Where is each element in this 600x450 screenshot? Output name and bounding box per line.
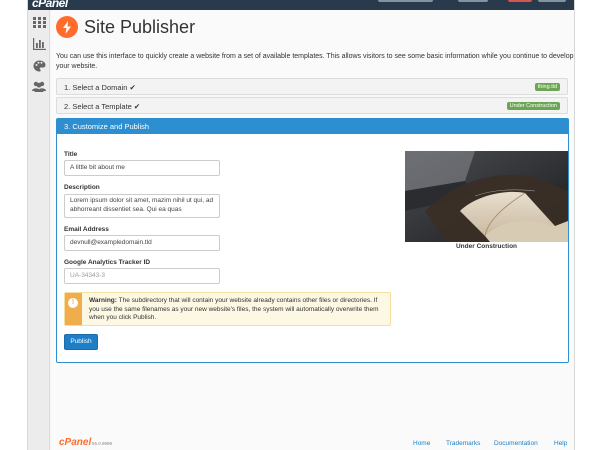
customize-panel: 3. Customize and Publish Title A little … [56, 118, 569, 363]
palette-icon[interactable] [31, 58, 47, 74]
template-preview-image [405, 151, 568, 242]
ga-label: Google Analytics Tracker ID [64, 259, 151, 266]
footer-cpanel-logo[interactable]: cPanel [59, 437, 91, 448]
notifications-icon[interactable] [508, 0, 532, 2]
main-content: Site Publisher You can use this interfac… [51, 10, 574, 450]
logout-link[interactable] [538, 0, 566, 2]
exclamation-icon: ! [68, 298, 78, 308]
ga-tracker-input[interactable]: UA-34343-3 [64, 268, 220, 284]
footer: cPanel 55.0.9999 Home Trademarks Documen… [51, 436, 574, 450]
email-label: Email Address [64, 226, 109, 233]
preview-caption: Under Construction [455, 243, 518, 250]
footer-link-help[interactable]: Help [554, 440, 567, 447]
search-shortcut[interactable] [378, 0, 433, 2]
sidebar [28, 10, 50, 450]
bar-chart-icon[interactable] [31, 36, 47, 52]
cpanel-window: cPanel Site Publisher You can use this i… [27, 0, 575, 450]
step-label: 2. Select a Template ✔ [64, 102, 141, 111]
email-input[interactable]: devnull@exampledomain.tld [64, 235, 220, 251]
panel-header[interactable]: 3. Customize and Publish [57, 119, 568, 134]
page-header: Site Publisher [56, 14, 195, 40]
domain-badge: thing.tld [534, 83, 560, 91]
top-bar: cPanel [28, 0, 574, 10]
step-select-template[interactable]: 2. Select a Template ✔ Under Constructio… [56, 97, 568, 114]
template-badge: Under Construction [506, 102, 560, 110]
version-text: 55.0.9999 [92, 441, 113, 446]
title-input[interactable]: A little bit about me [64, 160, 220, 176]
warning-alert: ! Warning: The subdirectory that will co… [64, 292, 391, 326]
footer-link-documentation[interactable]: Documentation [494, 440, 538, 447]
footer-link-trademarks[interactable]: Trademarks [446, 440, 480, 447]
page-title: Site Publisher [84, 16, 196, 37]
lightning-icon [56, 16, 78, 38]
check-icon: ✔ [129, 83, 136, 92]
check-icon: ✔ [133, 102, 141, 111]
step-select-domain[interactable]: 1. Select a Domain ✔ thing.tld [56, 78, 568, 95]
intro-text: You can use this interface to quickly cr… [56, 53, 574, 70]
description-textarea[interactable]: Lorem ipsum dolor sit amet, mazim nihil … [64, 194, 220, 218]
warning-stripe: ! [65, 293, 82, 325]
step-label: 1. Select a Domain ✔ [64, 83, 136, 92]
users-icon[interactable] [31, 78, 47, 94]
warning-text: Warning: The subdirectory that will cont… [89, 297, 379, 321]
footer-link-home[interactable]: Home [413, 440, 430, 447]
publish-button[interactable]: Publish [64, 334, 98, 350]
user-menu[interactable] [458, 0, 488, 2]
description-label: Description [64, 184, 100, 191]
cpanel-logo[interactable]: cPanel [32, 0, 68, 10]
title-label: Title [64, 151, 78, 158]
grid-icon[interactable] [31, 14, 47, 30]
